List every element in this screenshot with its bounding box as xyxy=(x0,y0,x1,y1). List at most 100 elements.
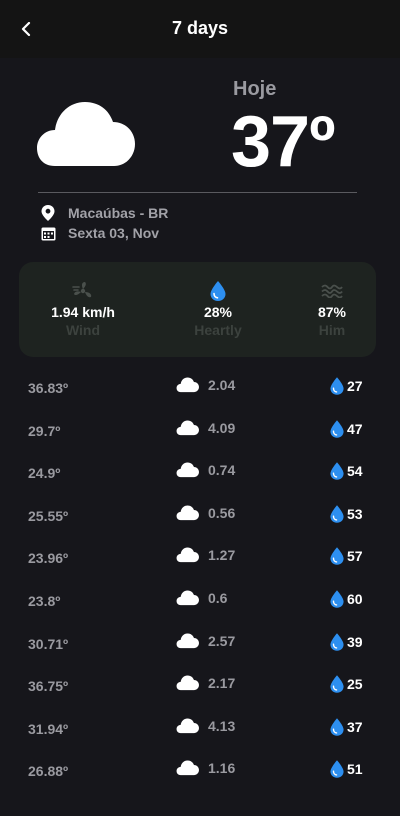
forecast-value: 0.6 xyxy=(208,589,228,606)
cloud-icon xyxy=(176,547,200,563)
drop-icon xyxy=(330,718,344,736)
location-text: Macaúbas - BR xyxy=(68,205,169,221)
forecast-row: 31.94º 4.13 37 xyxy=(0,708,400,751)
forecast-humidity: 53 xyxy=(330,505,363,523)
forecast-value: 1.16 xyxy=(208,760,236,777)
drop-icon xyxy=(330,632,344,651)
map-pin-icon xyxy=(40,205,56,221)
cloud-icon xyxy=(176,718,200,734)
drop-icon xyxy=(330,419,344,438)
forecast-row: 23.8º 0.6 60 xyxy=(0,580,400,623)
calendar-icon xyxy=(40,225,56,241)
drop-icon xyxy=(330,760,344,779)
forecast-humidity: 27 xyxy=(330,377,363,395)
forecast-humidity-value: 39 xyxy=(347,633,363,650)
forecast-humidity-value: 47 xyxy=(347,420,363,437)
forecast-value: 2.04 xyxy=(208,377,236,393)
forecast-value: 2.57 xyxy=(208,632,236,649)
forecast-value: 0.74 xyxy=(208,462,236,479)
forecast-weather: 0.74 xyxy=(120,462,300,478)
forecast-weather: 2.57 xyxy=(120,633,300,649)
wind-stat: 1.94 km/h Wind xyxy=(28,280,138,338)
drop-icon xyxy=(210,280,226,302)
drop-icon xyxy=(330,547,344,566)
cloud-icon xyxy=(176,760,200,776)
forecast-row: 24.9º 0.74 54 xyxy=(0,452,400,495)
forecast-temp: 23.96º xyxy=(28,550,69,567)
humidity-label: Him xyxy=(318,322,346,338)
forecast-row: 25.55º 0.56 53 xyxy=(0,495,400,538)
forecast-value: 4.09 xyxy=(208,419,236,436)
forecast-temp: 24.9º xyxy=(28,465,61,482)
date-line: Sexta 03, Nov xyxy=(40,224,159,242)
forecast-value: 2.17 xyxy=(208,675,236,692)
drop-icon xyxy=(330,377,344,395)
forecast-value: 0.56 xyxy=(208,504,236,521)
forecast-weather: 4.13 xyxy=(120,718,300,734)
cloud-icon xyxy=(176,420,200,436)
forecast-humidity-value: 25 xyxy=(347,676,363,693)
divider xyxy=(38,192,357,193)
waves-icon xyxy=(321,280,343,302)
drop-icon xyxy=(330,675,344,693)
forecast-humidity: 51 xyxy=(330,760,363,779)
cloud-icon xyxy=(176,505,200,521)
wind-label: Wind xyxy=(65,322,101,338)
forecast-weather: 4.09 xyxy=(120,420,300,436)
forecast-humidity-value: 51 xyxy=(347,761,363,778)
drop-icon xyxy=(330,505,344,523)
today-label: Hoje xyxy=(233,78,277,100)
forecast-weather: 2.17 xyxy=(120,675,300,691)
forecast-humidity-value: 60 xyxy=(347,590,363,607)
forecast-temp: 36.83º xyxy=(28,380,69,396)
forecast-temp: 29.7º xyxy=(28,422,61,439)
forecast-weather: 1.16 xyxy=(120,760,300,776)
forecast-temp: 25.55º xyxy=(28,507,69,524)
top-bar: 7 days xyxy=(0,0,400,58)
forecast-weather: 0.56 xyxy=(120,505,300,521)
cloud-icon xyxy=(176,590,200,606)
forecast-row: 26.88º 1.16 51 xyxy=(0,750,400,793)
forecast-row: 36.75º 2.17 25 xyxy=(0,665,400,708)
forecast-temp: 23.8º xyxy=(28,592,61,609)
cloud-icon xyxy=(37,102,135,166)
forecast-humidity-value: 37 xyxy=(347,718,363,735)
drop-icon xyxy=(330,462,344,480)
forecast-humidity-value: 57 xyxy=(347,548,363,565)
rain-value: 28% xyxy=(203,304,233,320)
forecast-weather: 2.04 xyxy=(120,377,300,393)
forecast-weather: 0.6 xyxy=(120,590,300,606)
forecast-temp: 36.75º xyxy=(28,678,69,695)
location-line: Macaúbas - BR xyxy=(40,204,168,222)
forecast-temp: 30.71º xyxy=(28,635,69,652)
forecast-humidity-value: 53 xyxy=(347,505,363,522)
forecast-humidity: 60 xyxy=(330,590,363,608)
current-temperature: 37º xyxy=(231,102,335,182)
wind-value: 1.94 km/h xyxy=(51,304,115,320)
forecast-row: 36.83º 2.04 27 xyxy=(0,367,400,410)
rain-label: Heartly xyxy=(194,322,242,338)
forecast-list: 36.83º 2.04 27 29.7º 4.09 47 24.9º 0.74 54 25.55º… xyxy=(0,367,400,793)
rain-stat: 28% Heartly xyxy=(163,280,273,338)
cloud-icon xyxy=(176,633,200,649)
forecast-value: 1.27 xyxy=(208,547,236,564)
wind-icon xyxy=(72,280,94,302)
cloud-icon xyxy=(176,377,200,393)
forecast-humidity: 39 xyxy=(330,632,363,651)
forecast-temp: 31.94º xyxy=(28,720,69,737)
cloud-icon xyxy=(176,462,200,478)
humidity-stat: 87% Him xyxy=(277,280,387,338)
forecast-temp: 26.88º xyxy=(28,763,69,780)
forecast-humidity: 57 xyxy=(330,547,363,566)
forecast-humidity-value: 54 xyxy=(347,463,363,480)
forecast-value: 4.13 xyxy=(208,717,236,734)
forecast-row: 29.7º 4.09 47 xyxy=(0,410,400,453)
forecast-humidity: 47 xyxy=(330,419,363,438)
page-title: 7 days xyxy=(171,18,229,38)
forecast-row: 30.71º 2.57 39 xyxy=(0,623,400,666)
forecast-humidity: 25 xyxy=(330,675,363,693)
drop-icon xyxy=(330,590,344,608)
humidity-value: 87% xyxy=(317,304,347,320)
date-text: Sexta 03, Nov xyxy=(68,225,160,241)
forecast-humidity-value: 27 xyxy=(347,378,363,394)
